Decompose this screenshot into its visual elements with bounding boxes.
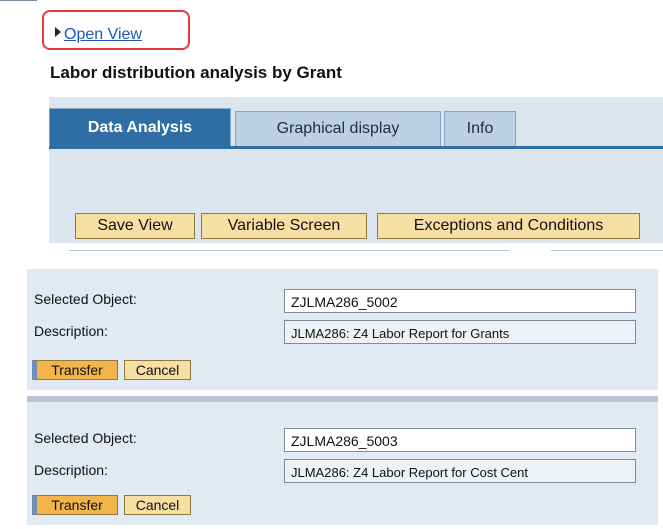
selected-object-input[interactable]: ZJLMA286_5003 <box>284 428 636 452</box>
description-field: JLMA286: Z4 Labor Report for Cost Cent <box>284 459 636 483</box>
cancel-button[interactable]: Cancel <box>124 360 191 380</box>
description-label: Description: <box>34 323 108 339</box>
dialog-top-border <box>27 396 658 402</box>
tab-info[interactable]: Info <box>444 111 516 146</box>
open-view-dialog: Selected Object: ZJLMA286_5003 Descripti… <box>27 396 658 525</box>
divider <box>69 250 509 251</box>
exceptions-conditions-button[interactable]: Exceptions and Conditions <box>377 213 640 239</box>
expand-triangle-icon[interactable] <box>55 27 61 37</box>
description-field: JLMA286: Z4 Labor Report for Grants <box>284 320 636 344</box>
page-title: Labor distribution analysis by Grant <box>50 63 342 82</box>
selected-object-input[interactable]: ZJLMA286_5002 <box>284 289 636 313</box>
tab-data-analysis[interactable]: Data Analysis <box>49 108 231 146</box>
open-view-dialog: Selected Object: ZJLMA286_5002 Descripti… <box>27 269 658 390</box>
tab-graphical-display[interactable]: Graphical display <box>235 111 441 146</box>
tabstrip-divider <box>49 146 663 149</box>
save-view-button[interactable]: Save View <box>75 213 195 239</box>
open-view-link[interactable]: Open View <box>64 26 142 44</box>
selected-object-label: Selected Object: <box>34 430 137 446</box>
transfer-button[interactable]: Transfer <box>32 360 118 380</box>
variable-screen-button[interactable]: Variable Screen <box>201 213 367 239</box>
transfer-button[interactable]: Transfer <box>32 495 118 515</box>
divider <box>551 250 663 251</box>
cancel-button[interactable]: Cancel <box>124 495 191 515</box>
selected-object-label: Selected Object: <box>34 291 137 307</box>
description-label: Description: <box>34 462 108 478</box>
